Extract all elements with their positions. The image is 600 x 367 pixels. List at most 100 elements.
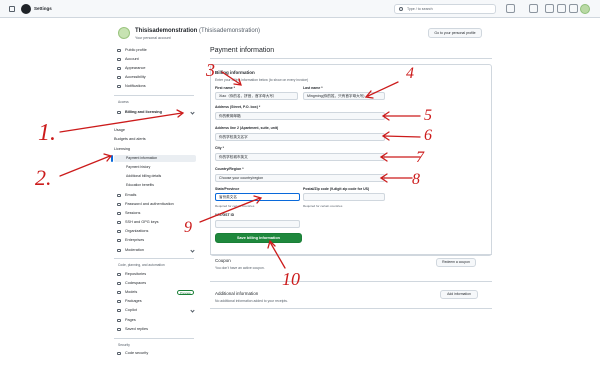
report-icon [117, 248, 121, 253]
arrow-2 [59, 155, 111, 177]
billing-title: Billing information [215, 70, 255, 75]
mail-icon [117, 193, 121, 198]
gear-icon [117, 57, 121, 62]
sidebar-item-moderation[interactable]: Moderation [114, 247, 196, 254]
sidebar-item-account[interactable]: Account [114, 56, 196, 63]
profile-avatar [118, 27, 130, 39]
postal-input[interactable] [303, 193, 385, 201]
country-label: Country/Region * [215, 167, 244, 171]
chevron-up-icon [190, 110, 195, 115]
billing-description: Enter your billing information below (to… [215, 78, 309, 82]
country-select[interactable]: Choose your country/region [215, 174, 385, 182]
sidebar-sub-payment-information[interactable]: Payment information [111, 155, 196, 162]
vat-input[interactable] [215, 220, 300, 228]
sidebar-item-packages[interactable]: Packages [114, 298, 196, 305]
profile-subtitle: Your personal account [135, 36, 171, 40]
state-help: Required for certain countries [215, 204, 255, 208]
coupon-title: Coupon [215, 258, 231, 263]
sidebar-item-billing[interactable]: Billing and licensing [114, 109, 196, 116]
redeem-coupon-button[interactable]: Redeem a coupon [436, 258, 476, 267]
pull-requests-icon[interactable] [557, 4, 566, 13]
last-name-label: Last name * [303, 86, 323, 90]
paintbrush-icon [117, 66, 121, 71]
sidebar-item-accessibility[interactable]: Accessibility [114, 74, 196, 81]
copilot-icon[interactable] [506, 4, 515, 13]
sidebar-item-repositories[interactable]: Repositories [114, 271, 196, 278]
organization-icon [117, 229, 121, 234]
copilot-icon [117, 308, 121, 313]
sidebar-sub-usage[interactable]: Usage [114, 127, 196, 134]
broadcast-icon [117, 211, 121, 216]
state-input[interactable]: 省份英文名 [215, 193, 300, 201]
issues-icon[interactable] [545, 4, 554, 13]
postal-label: Postal/Zip code (9-digit zip code for US… [303, 187, 370, 191]
top-header: Settings Type / to search [0, 0, 600, 18]
additional-info-title: Additional information [215, 291, 259, 296]
sidebar-item-notifications[interactable]: Notifications [114, 83, 196, 90]
search-input[interactable]: Type / to search [394, 4, 496, 14]
vat-label: VAT/GST ID [215, 213, 235, 217]
sidebar-item-models[interactable]: Models Preview [114, 289, 196, 296]
inbox-icon[interactable] [569, 4, 578, 13]
reply-icon [117, 327, 121, 332]
chevron-down-icon [190, 308, 195, 313]
city-input[interactable]: 你的学校城市英文 [215, 153, 385, 161]
codespaces-icon [117, 281, 121, 286]
sidebar-item-enterprises[interactable]: Enterprises [114, 237, 196, 244]
key-icon [117, 220, 121, 225]
shield-icon [117, 202, 121, 207]
shield-lock-icon [117, 351, 121, 356]
first-name-input[interactable]: Xiao（你的名，拼音，首字母大写） [215, 92, 298, 100]
search-placeholder: Type / to search [407, 7, 433, 12]
sidebar-sub-licensing[interactable]: Licensing [114, 146, 196, 153]
address2-label: Address line 2 (Apartment, suite, unit) [215, 126, 279, 130]
menu-icon[interactable] [9, 6, 15, 12]
sidebar-item-appearance[interactable]: Appearance [114, 65, 196, 72]
package-icon [117, 299, 121, 304]
sidebar-sub-additional-billing[interactable]: Additional billing details [114, 173, 196, 180]
sidebar-item-copilot[interactable]: Copilot [114, 307, 196, 314]
sidebar-item-emails[interactable]: Emails [114, 192, 196, 199]
sidebar-divider [114, 258, 194, 259]
city-label: City * [215, 146, 224, 150]
repo-icon [117, 272, 121, 277]
sidebar-item-code-security[interactable]: Code security [114, 350, 196, 357]
sidebar-item-organizations[interactable]: Organizations [114, 228, 196, 235]
sidebar-sub-education-benefits[interactable]: Education benefits [114, 182, 196, 189]
annotation-1: 1. [38, 120, 56, 146]
models-icon [117, 290, 121, 295]
first-name-label: First name * [215, 86, 236, 90]
sidebar-item-pages[interactable]: Pages [114, 317, 196, 324]
sidebar-sub-payment-history[interactable]: Payment history [114, 164, 196, 171]
address2-input[interactable]: 你的学校英文名字 [215, 133, 385, 141]
postal-help: Required for certain countries [303, 204, 343, 208]
github-logo-icon[interactable] [21, 4, 31, 14]
sidebar-item-public-profile[interactable]: Public profile [114, 47, 196, 54]
avatar[interactable] [580, 4, 590, 14]
search-icon [399, 7, 403, 11]
sidebar-item-password[interactable]: Password and authentication [114, 201, 196, 208]
sidebar-item-ssh-gpg[interactable]: SSH and GPG keys [114, 219, 196, 226]
page-title: Payment information [210, 47, 275, 54]
address-input[interactable]: 你的教育邮箱 [215, 112, 385, 120]
globe-icon [117, 238, 121, 243]
plus-icon[interactable] [529, 4, 538, 13]
last-name-input[interactable]: Mingming(你的姓，只有首字母大写) [303, 92, 385, 100]
state-label: State/Province [215, 187, 240, 191]
annotation-2: 2. [35, 165, 52, 190]
sidebar-item-saved-replies[interactable]: Saved replies [114, 326, 196, 333]
save-billing-button[interactable]: Save billing information [215, 233, 302, 243]
address-label: Address (Street, P.O. box) * [215, 105, 261, 109]
section-divider [210, 281, 492, 282]
sidebar-item-codespaces[interactable]: Codespaces [114, 280, 196, 287]
additional-info-description: No additional information added to your … [215, 299, 288, 303]
add-information-button[interactable]: Add information [440, 290, 478, 299]
bell-icon [117, 84, 121, 89]
sidebar-sub-budgets[interactable]: Budgets and alerts [114, 136, 196, 143]
sidebar-group-security: Security [118, 343, 130, 347]
title-divider [210, 58, 492, 59]
sidebar-item-sessions[interactable]: Sessions [114, 210, 196, 217]
go-to-profile-button[interactable]: Go to your personal profile [428, 28, 482, 38]
sidebar-group-access: Access [118, 100, 129, 104]
app-title: Settings [34, 6, 52, 11]
